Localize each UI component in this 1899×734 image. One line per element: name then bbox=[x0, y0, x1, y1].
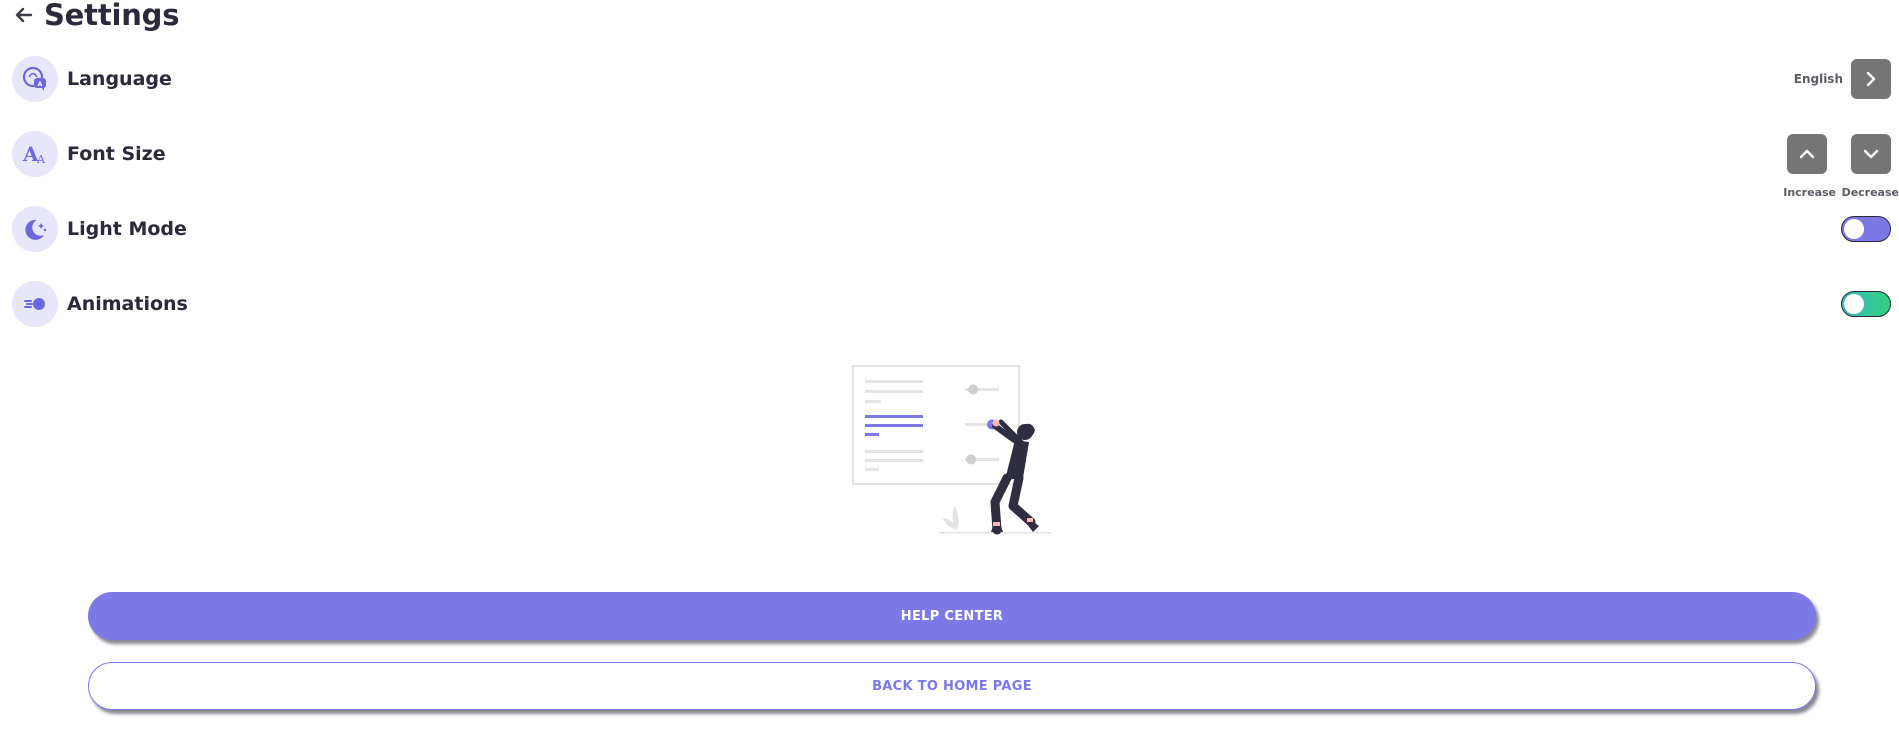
help-center-button[interactable]: HELP CENTER bbox=[88, 592, 1816, 640]
light-mode-label: Light Mode bbox=[67, 218, 187, 240]
language-value: English bbox=[1793, 72, 1843, 86]
animations-label: Animations bbox=[67, 293, 188, 315]
setting-row-animations: Animations bbox=[12, 281, 1899, 327]
font-size-label: Font Size bbox=[67, 143, 166, 165]
moon-stars-icon bbox=[12, 206, 58, 252]
toggle-knob bbox=[1844, 294, 1864, 314]
chevron-right-icon bbox=[1866, 71, 1876, 87]
speed-dot-icon bbox=[12, 281, 58, 327]
page-header: Settings bbox=[12, 0, 180, 32]
svg-text:A: A bbox=[38, 81, 43, 88]
font-size-icon: A A bbox=[12, 131, 58, 177]
settings-page: Settings A Language English A A Font Siz… bbox=[0, 0, 1899, 734]
animations-toggle[interactable] bbox=[1841, 291, 1891, 317]
svg-text:A: A bbox=[36, 153, 46, 166]
light-mode-toggle[interactable] bbox=[1841, 216, 1891, 242]
setting-row-light-mode: Light Mode bbox=[12, 206, 1899, 252]
chevron-up-icon bbox=[1799, 149, 1815, 159]
font-increase-caption: Increase bbox=[1783, 186, 1836, 199]
language-select-button[interactable] bbox=[1851, 59, 1891, 99]
language-chat-icon: A bbox=[12, 56, 58, 102]
font-increase-button[interactable] bbox=[1787, 134, 1827, 174]
setting-row-font-size: A A Font Size Increase Decrease bbox=[12, 131, 1899, 199]
arrow-left-icon[interactable] bbox=[12, 3, 36, 27]
chevron-down-icon bbox=[1863, 149, 1879, 159]
setting-row-language: A Language English bbox=[12, 56, 1899, 102]
toggle-knob bbox=[1844, 219, 1864, 239]
font-decrease-button[interactable] bbox=[1851, 134, 1891, 174]
font-decrease-caption: Decrease bbox=[1841, 186, 1899, 199]
back-to-home-button[interactable]: BACK TO HOME PAGE bbox=[88, 662, 1816, 710]
page-title: Settings bbox=[44, 0, 180, 32]
settings-adjusting-person-illustration bbox=[845, 360, 1065, 540]
language-label: Language bbox=[67, 68, 172, 90]
